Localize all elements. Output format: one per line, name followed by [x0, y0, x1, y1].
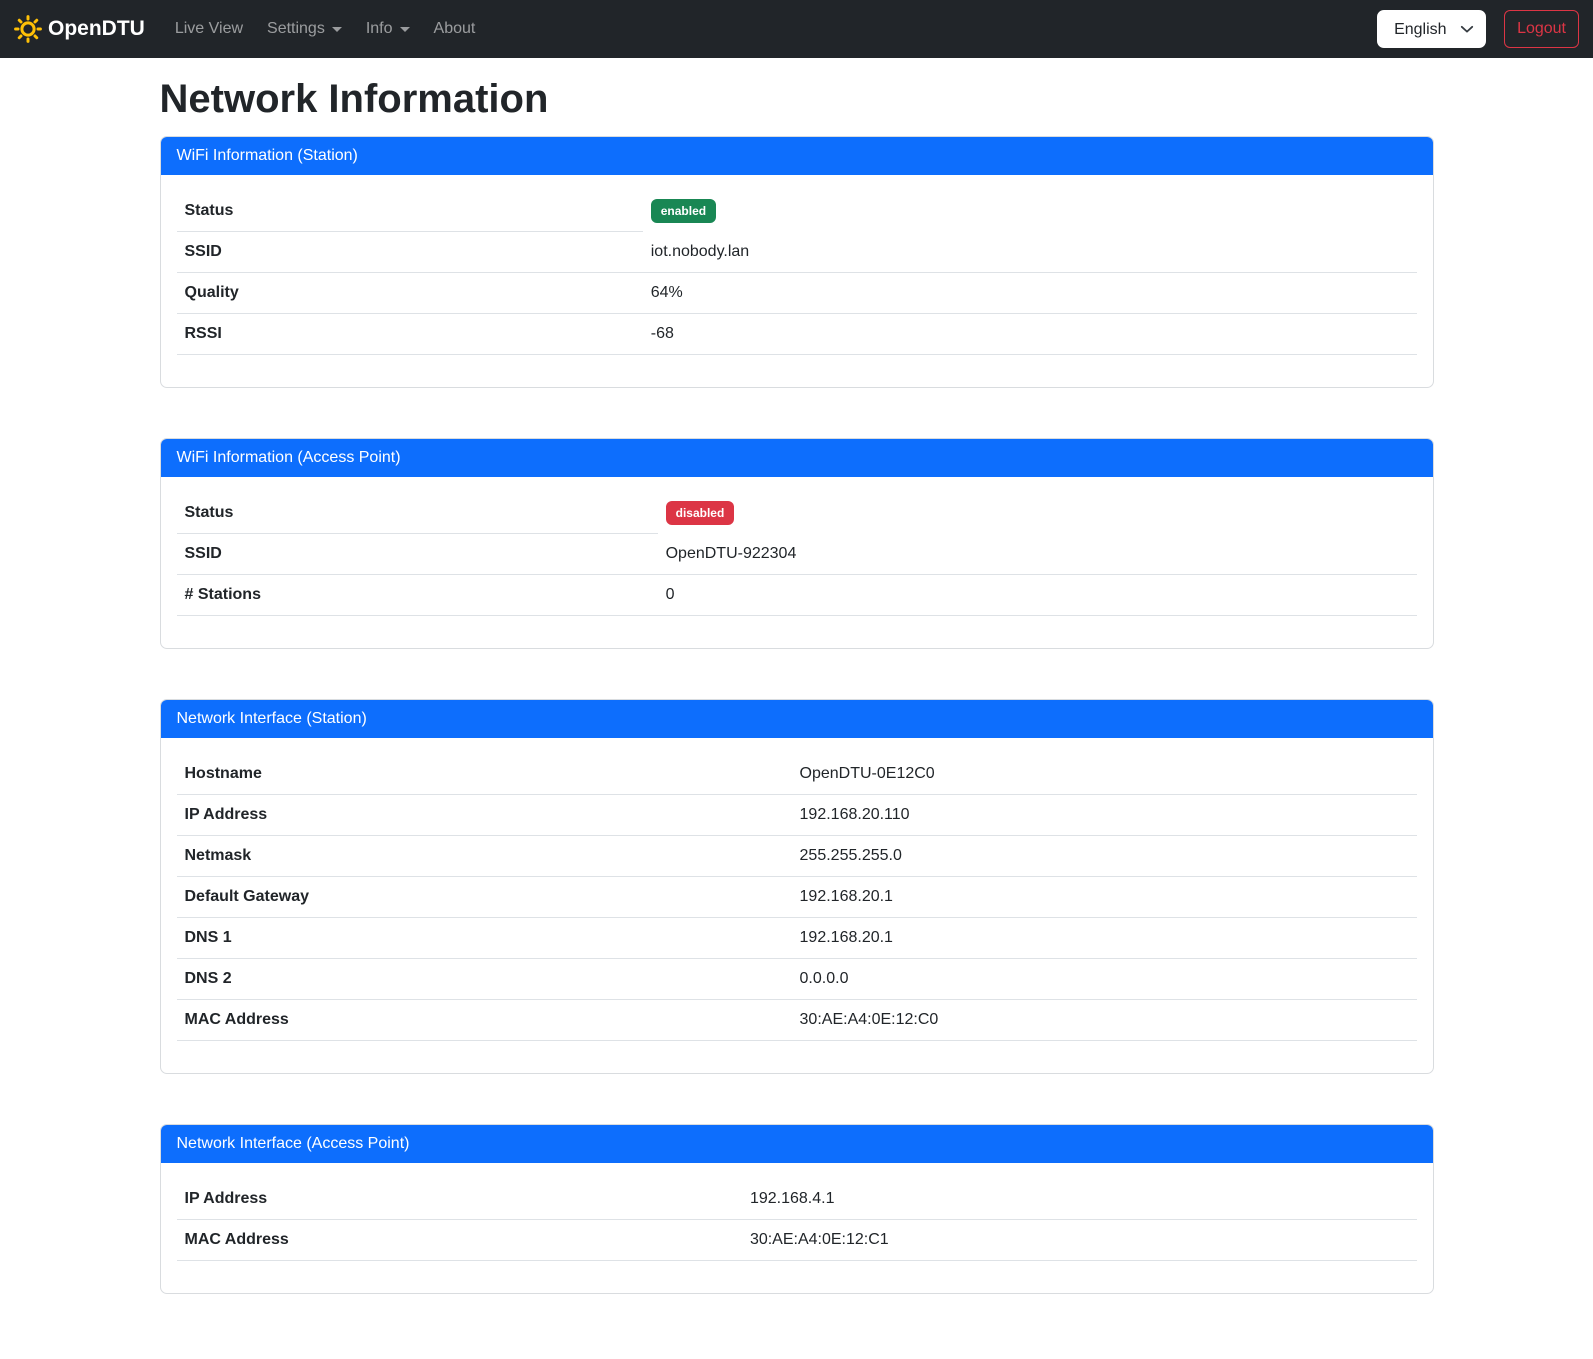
row-value: 30:AE:A4:0E:12:C1 [742, 1220, 1417, 1261]
top-navbar: OpenDTU Live View Settings Info About En… [0, 0, 1593, 58]
table-row: IP Address192.168.4.1 [177, 1179, 1417, 1220]
table-row: MAC Address30:AE:A4:0E:12:C0 [177, 1000, 1417, 1041]
row-value: 0.0.0.0 [792, 959, 1417, 1000]
info-table: IP Address192.168.4.1MAC Address30:AE:A4… [177, 1179, 1417, 1261]
row-label: Quality [177, 273, 643, 314]
row-value: disabled [658, 493, 1417, 534]
card-body: Status disabled SSIDOpenDTU-922304# Statio… [161, 477, 1433, 648]
row-label: SSID [177, 534, 658, 575]
card-body: IP Address192.168.4.1MAC Address30:AE:A4… [161, 1163, 1433, 1293]
navbar-right: English Logout [1377, 10, 1579, 48]
row-label: RSSI [177, 314, 643, 355]
card-body: HostnameOpenDTU-0E12C0IP Address192.168.… [161, 738, 1433, 1073]
chevron-down-icon [400, 27, 410, 32]
table-row: DNS 1192.168.20.1 [177, 918, 1417, 959]
table-row: IP Address192.168.20.110 [177, 795, 1417, 836]
row-label: MAC Address [177, 1220, 742, 1261]
table-row: Quality64% [177, 273, 1417, 314]
info-table: Status disabled SSIDOpenDTU-922304# Statio… [177, 493, 1417, 616]
nav-item-info[interactable]: Info [358, 12, 418, 46]
table-row: Netmask255.255.255.0 [177, 836, 1417, 877]
nav-item-label: About [434, 20, 476, 38]
status-badge: disabled [666, 501, 735, 525]
card-header: Network Interface (Access Point) [161, 1125, 1433, 1163]
logout-button[interactable]: Logout [1504, 10, 1579, 48]
table-row: RSSI-68 [177, 314, 1417, 355]
row-value: 30:AE:A4:0E:12:C0 [792, 1000, 1417, 1041]
row-value: OpenDTU-922304 [658, 534, 1417, 575]
language-select[interactable]: English [1377, 10, 1486, 48]
row-label: Hostname [177, 754, 792, 795]
row-label: MAC Address [177, 1000, 792, 1041]
card-header: Network Interface (Station) [161, 700, 1433, 738]
nav-item-live-view[interactable]: Live View [167, 12, 251, 46]
row-value: 64% [643, 273, 1417, 314]
table-row: SSIDOpenDTU-922304 [177, 534, 1417, 575]
row-label: IP Address [177, 1179, 742, 1220]
row-label: Netmask [177, 836, 792, 877]
row-label: Status [177, 493, 658, 534]
row-label: DNS 1 [177, 918, 792, 959]
row-value: enabled [643, 191, 1417, 232]
page-title: Network Information [160, 75, 1434, 123]
card-header: WiFi Information (Access Point) [161, 439, 1433, 477]
row-value: 192.168.4.1 [742, 1179, 1417, 1220]
main-container: Network Information WiFi Information (St… [160, 75, 1434, 1294]
nav-item-about[interactable]: About [426, 12, 484, 46]
table-row: HostnameOpenDTU-0E12C0 [177, 754, 1417, 795]
row-label: SSID [177, 232, 643, 273]
card-header: WiFi Information (Station) [161, 137, 1433, 175]
chevron-down-icon [332, 27, 342, 32]
nav-item-label: Live View [175, 20, 243, 38]
nav-item-settings[interactable]: Settings [259, 12, 350, 46]
row-value: iot.nobody.lan [643, 232, 1417, 273]
card-body: Status enabled SSIDiot.nobody.lanQuality64… [161, 175, 1433, 387]
brand-logo[interactable]: OpenDTU [14, 15, 145, 43]
info-table: HostnameOpenDTU-0E12C0IP Address192.168.… [177, 754, 1417, 1041]
card-network-interface-station: Network Interface (Station) HostnameOpen… [160, 699, 1434, 1074]
card-wifi-station: WiFi Information (Station) Status enabled… [160, 136, 1434, 388]
row-value: OpenDTU-0E12C0 [792, 754, 1417, 795]
row-value: 192.168.20.110 [792, 795, 1417, 836]
language-select-wrap: English [1377, 10, 1486, 48]
nav-item-label: Info [366, 20, 393, 38]
card-wifi-access-point: WiFi Information (Access Point) Status di… [160, 438, 1434, 649]
card-network-interface-access-point: Network Interface (Access Point) IP Addr… [160, 1124, 1434, 1294]
sun-icon [14, 15, 42, 43]
row-label: Default Gateway [177, 877, 792, 918]
row-value: 192.168.20.1 [792, 877, 1417, 918]
table-row: Status enabled [177, 191, 1417, 232]
row-label: DNS 2 [177, 959, 792, 1000]
nav-links: Live View Settings Info About [163, 12, 488, 46]
status-badge: enabled [651, 199, 716, 223]
row-value: 0 [658, 575, 1417, 616]
row-label: Status [177, 191, 643, 232]
brand-label: OpenDTU [48, 17, 145, 41]
row-value: 192.168.20.1 [792, 918, 1417, 959]
table-row: DNS 20.0.0.0 [177, 959, 1417, 1000]
row-label: # Stations [177, 575, 658, 616]
row-value: -68 [643, 314, 1417, 355]
nav-item-label: Settings [267, 20, 325, 38]
table-row: Status disabled [177, 493, 1417, 534]
row-label: IP Address [177, 795, 792, 836]
table-row: MAC Address30:AE:A4:0E:12:C1 [177, 1220, 1417, 1261]
row-value: 255.255.255.0 [792, 836, 1417, 877]
table-row: Default Gateway192.168.20.1 [177, 877, 1417, 918]
table-row: SSIDiot.nobody.lan [177, 232, 1417, 273]
table-row: # Stations0 [177, 575, 1417, 616]
info-table: Status enabled SSIDiot.nobody.lanQuality64… [177, 191, 1417, 355]
